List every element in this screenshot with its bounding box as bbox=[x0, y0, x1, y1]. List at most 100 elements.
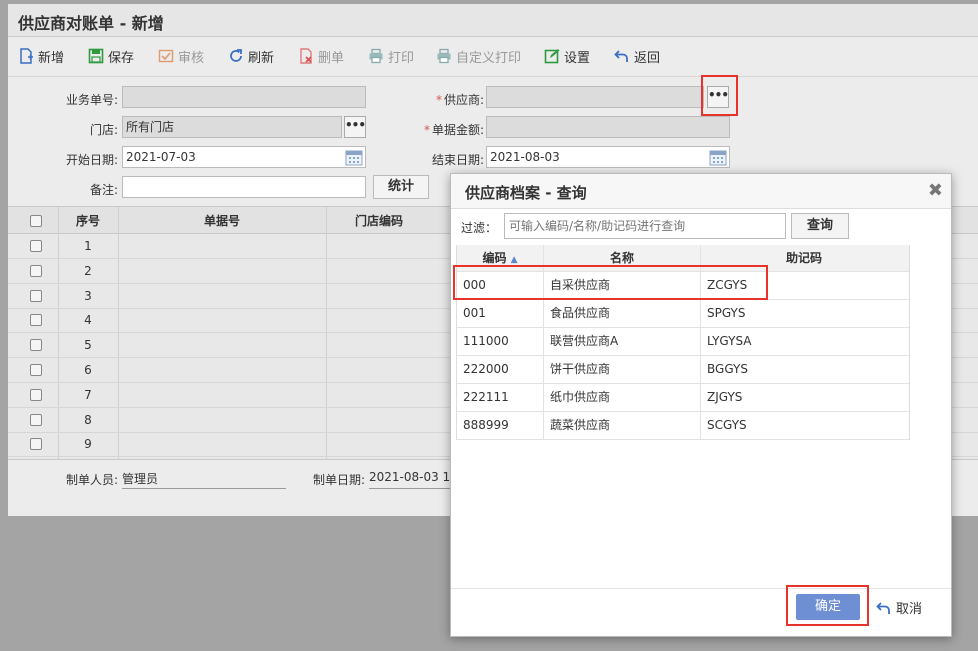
create-date-label: 制单日期: bbox=[313, 473, 366, 487]
store-label: 门店: bbox=[89, 123, 118, 137]
remark-input[interactable] bbox=[122, 176, 366, 198]
row-checkbox[interactable] bbox=[30, 413, 42, 426]
row-checkbox[interactable] bbox=[30, 438, 42, 451]
supplier-picker-button[interactable]: ••• bbox=[707, 86, 729, 108]
new-button[interactable]: 新增 bbox=[18, 45, 64, 67]
business-no-label: 业务单号: bbox=[65, 93, 118, 107]
end-date-input[interactable]: 2021-08-03 bbox=[486, 146, 730, 168]
confirm-button[interactable]: 确定 bbox=[796, 594, 860, 620]
supplier-code-cell: 001 bbox=[457, 300, 544, 327]
print-button[interactable]: 打印 bbox=[368, 45, 414, 67]
supplier-input[interactable] bbox=[486, 86, 704, 108]
supplier-row[interactable]: 222111 纸巾供应商 ZJGYS bbox=[457, 384, 909, 412]
custom-print-icon bbox=[437, 48, 451, 64]
supplier-row[interactable]: 001 食品供应商 SPGYS bbox=[457, 300, 909, 328]
row-checkbox[interactable] bbox=[30, 388, 42, 401]
print-label: 打印 bbox=[388, 50, 415, 66]
row-checkbox[interactable] bbox=[30, 289, 42, 302]
create-date-value: 2021-08-03 15 bbox=[369, 470, 451, 489]
column-header-code-label: 编码 bbox=[482, 251, 507, 265]
supplier-row[interactable]: 222000 饼干供应商 BGGYS bbox=[457, 356, 909, 384]
store-picker-button[interactable]: ••• bbox=[344, 116, 366, 138]
back-icon bbox=[614, 50, 628, 62]
dialog-title-bar: 供应商档案 - 查询 ✖ bbox=[451, 174, 951, 209]
amount-input[interactable] bbox=[486, 116, 730, 138]
back-button[interactable]: 返回 bbox=[614, 45, 660, 67]
store-input[interactable]: 所有门店 bbox=[122, 116, 342, 138]
filter-label: 过滤： bbox=[461, 221, 498, 235]
audit-button[interactable]: 审核 bbox=[158, 45, 204, 67]
supplier-table: 编码 ▲ 名称 助记码 000 自采供应商 ZCGYS 001 食品供应商 SPGYS 11… bbox=[456, 245, 910, 440]
custom-print-button[interactable]: 自定义打印 bbox=[436, 45, 521, 67]
supplier-mnemonic-cell: ZJGYS bbox=[707, 390, 743, 404]
column-header-mnemonic[interactable]: 助记码 bbox=[701, 245, 907, 271]
row-seq: 8 bbox=[84, 412, 92, 427]
row-seq: 9 bbox=[84, 437, 92, 452]
page-title: 供应商对账单 - 新增 bbox=[18, 14, 164, 33]
supplier-code-cell: 000 bbox=[457, 272, 544, 299]
stat-button[interactable]: 统计 bbox=[373, 175, 429, 199]
settings-icon bbox=[544, 49, 560, 64]
supplier-mnemonic-cell: SPGYS bbox=[707, 306, 746, 320]
filter-input[interactable] bbox=[504, 213, 786, 239]
calendar-icon[interactable] bbox=[344, 147, 364, 167]
supplier-row[interactable]: 111000 联营供应商A LYGYSA bbox=[457, 328, 909, 356]
calendar-icon[interactable] bbox=[708, 147, 728, 167]
creator-label: 制单人员: bbox=[66, 473, 119, 487]
supplier-mnemonic-cell: BGGYS bbox=[707, 362, 748, 376]
supplier-mnemonic-cell: ZCGYS bbox=[707, 278, 748, 292]
supplier-name-cell: 蔬菜供应商 bbox=[544, 412, 701, 439]
supplier-row[interactable]: 000 自采供应商 ZCGYS bbox=[457, 272, 909, 300]
sort-asc-icon: ▲ bbox=[510, 255, 518, 265]
delete-button[interactable]: 删单 bbox=[298, 45, 344, 67]
supplier-label: * 供应商: bbox=[404, 91, 484, 108]
row-checkbox[interactable] bbox=[30, 240, 42, 252]
refresh-label: 刷新 bbox=[248, 50, 275, 66]
row-seq: 3 bbox=[84, 288, 92, 303]
column-header-name[interactable]: 名称 bbox=[544, 245, 701, 271]
start-date-label: 开始日期: bbox=[65, 153, 118, 167]
back-icon bbox=[876, 601, 890, 614]
supplier-table-header: 编码 ▲ 名称 助记码 bbox=[457, 245, 909, 272]
settings-button[interactable]: 设置 bbox=[544, 45, 590, 67]
grid-header-doc-no: 单据号 bbox=[203, 214, 240, 228]
business-no-input[interactable] bbox=[122, 86, 366, 108]
cancel-button[interactable]: 取消 bbox=[876, 598, 922, 617]
row-seq: 6 bbox=[84, 363, 92, 377]
toolbar: 新增 保存 审核 刷新 删单 打印 自定义打印 设置 返回 bbox=[8, 42, 978, 70]
row-seq: 4 bbox=[84, 313, 92, 328]
custom-print-label: 自定义打印 bbox=[456, 50, 522, 66]
select-all-checkbox[interactable] bbox=[30, 215, 42, 227]
title-bar: 供应商对账单 - 新增 bbox=[8, 4, 978, 37]
row-seq: 5 bbox=[84, 338, 92, 353]
amount-label: * 单据金额: bbox=[404, 121, 484, 138]
row-seq: 1 bbox=[84, 239, 92, 253]
toolbar-divider bbox=[8, 76, 978, 77]
column-header-code[interactable]: 编码 ▲ bbox=[457, 245, 544, 271]
row-checkbox[interactable] bbox=[30, 314, 42, 327]
dialog-footer-divider bbox=[451, 588, 951, 589]
close-icon[interactable]: ✖ bbox=[928, 180, 943, 201]
refresh-button[interactable]: 刷新 bbox=[228, 45, 274, 67]
save-label: 保存 bbox=[108, 50, 135, 66]
supplier-code-cell: 222000 bbox=[457, 356, 544, 383]
required-mark: * bbox=[435, 93, 442, 107]
supplier-mnemonic-cell: LYGYSA bbox=[707, 334, 752, 348]
query-button[interactable]: 查询 bbox=[791, 213, 849, 239]
audit-label: 审核 bbox=[178, 50, 205, 66]
end-date-label: 结束日期: bbox=[431, 153, 484, 167]
supplier-row[interactable]: 888999 蔬菜供应商 SCGYS bbox=[457, 412, 909, 440]
row-seq: 7 bbox=[84, 387, 92, 402]
dialog-title: 供应商档案 - 查询 bbox=[465, 184, 587, 202]
delete-label: 删单 bbox=[318, 50, 345, 66]
row-seq: 2 bbox=[84, 263, 92, 278]
supplier-code-cell: 222111 bbox=[457, 384, 544, 411]
start-date-input[interactable]: 2021-07-03 bbox=[122, 146, 366, 168]
cancel-label: 取消 bbox=[896, 602, 923, 617]
new-icon bbox=[20, 48, 33, 64]
row-checkbox[interactable] bbox=[30, 364, 42, 376]
row-checkbox[interactable] bbox=[30, 339, 42, 352]
row-checkbox[interactable] bbox=[30, 264, 42, 277]
supplier-code-cell: 111000 bbox=[457, 328, 544, 355]
save-button[interactable]: 保存 bbox=[88, 45, 134, 67]
